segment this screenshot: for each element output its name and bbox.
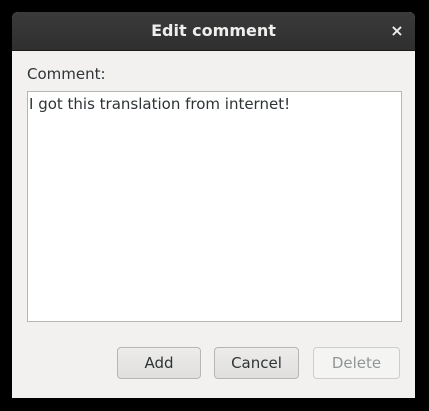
- close-icon: ×: [390, 21, 404, 40]
- add-button[interactable]: Add: [117, 347, 201, 379]
- comment-textarea[interactable]: I got this translation from internet!: [27, 91, 402, 322]
- delete-button: Delete: [313, 347, 400, 379]
- dialog-title: Edit comment: [151, 21, 276, 40]
- titlebar[interactable]: Edit comment ×: [12, 12, 415, 51]
- cancel-button[interactable]: Cancel: [214, 347, 299, 379]
- edit-comment-dialog: Edit comment × Comment: I got this trans…: [12, 12, 415, 398]
- close-button[interactable]: ×: [386, 20, 408, 42]
- comment-label: Comment:: [27, 65, 106, 83]
